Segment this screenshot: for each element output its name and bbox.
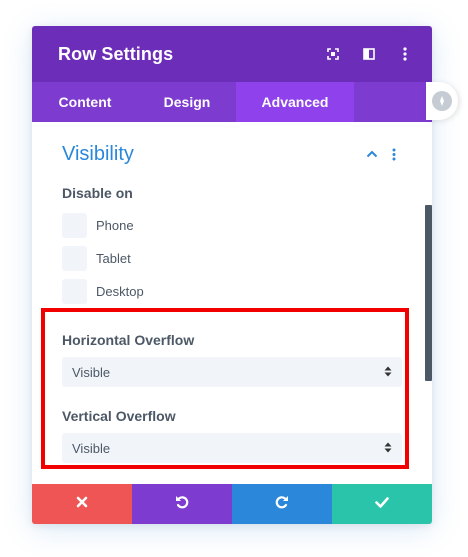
- disable-desktop-option: Desktop: [62, 275, 402, 308]
- row-settings-modal: Row Settings Content Design Advanced Vis…: [32, 26, 432, 524]
- vertical-overflow-value: Visible: [72, 440, 111, 456]
- select-arrows-icon: [384, 365, 392, 380]
- settings-body: Visibility Disable on Phone Tablet Deskt…: [32, 122, 432, 484]
- modal-footer: [32, 484, 432, 524]
- modal-header: Row Settings: [32, 26, 432, 82]
- compass-icon: [432, 91, 452, 111]
- horizontal-overflow-field: Horizontal Overflow Visible: [62, 332, 402, 387]
- more-vertical-icon[interactable]: [386, 146, 402, 162]
- tablet-label: Tablet: [96, 251, 131, 266]
- settings-tabs: Content Design Advanced: [32, 82, 432, 122]
- horizontal-overflow-label: Horizontal Overflow: [62, 332, 195, 348]
- side-panel-toggle[interactable]: [426, 82, 458, 120]
- tab-design[interactable]: Design: [138, 82, 236, 122]
- redo-button[interactable]: [232, 484, 332, 524]
- redo-icon: [274, 494, 290, 515]
- chevron-up-icon[interactable]: [364, 146, 380, 162]
- vertical-overflow-field: Vertical Overflow Visible: [62, 408, 402, 463]
- check-icon: [375, 495, 389, 513]
- save-button[interactable]: [332, 484, 432, 524]
- horizontal-overflow-select[interactable]: Visible: [62, 357, 402, 387]
- desktop-checkbox[interactable]: [62, 279, 87, 304]
- undo-button[interactable]: [132, 484, 232, 524]
- visibility-section-header[interactable]: Visibility: [62, 122, 402, 182]
- desktop-label: Desktop: [96, 284, 144, 299]
- vertical-overflow-select[interactable]: Visible: [62, 433, 402, 463]
- sidebar-toggle-icon[interactable]: [358, 43, 380, 65]
- section-title: Visibility: [62, 142, 134, 165]
- phone-label: Phone: [96, 218, 134, 233]
- modal-title: Row Settings: [58, 43, 174, 64]
- undo-icon: [174, 494, 190, 515]
- more-vertical-icon[interactable]: [394, 43, 416, 65]
- phone-checkbox[interactable]: [62, 213, 87, 238]
- tab-advanced[interactable]: Advanced: [236, 82, 354, 122]
- disable-on-label: Disable on: [62, 185, 133, 201]
- tab-content[interactable]: Content: [32, 82, 138, 122]
- fullscreen-icon[interactable]: [322, 43, 344, 65]
- close-icon: [76, 495, 88, 513]
- horizontal-overflow-value: Visible: [72, 364, 111, 380]
- select-arrows-icon: [384, 441, 392, 456]
- cancel-button[interactable]: [32, 484, 132, 524]
- scrollbar[interactable]: [425, 205, 432, 381]
- disable-tablet-option: Tablet: [62, 242, 402, 275]
- vertical-overflow-label: Vertical Overflow: [62, 408, 176, 424]
- disable-phone-option: Phone: [62, 209, 402, 242]
- tablet-checkbox[interactable]: [62, 246, 87, 271]
